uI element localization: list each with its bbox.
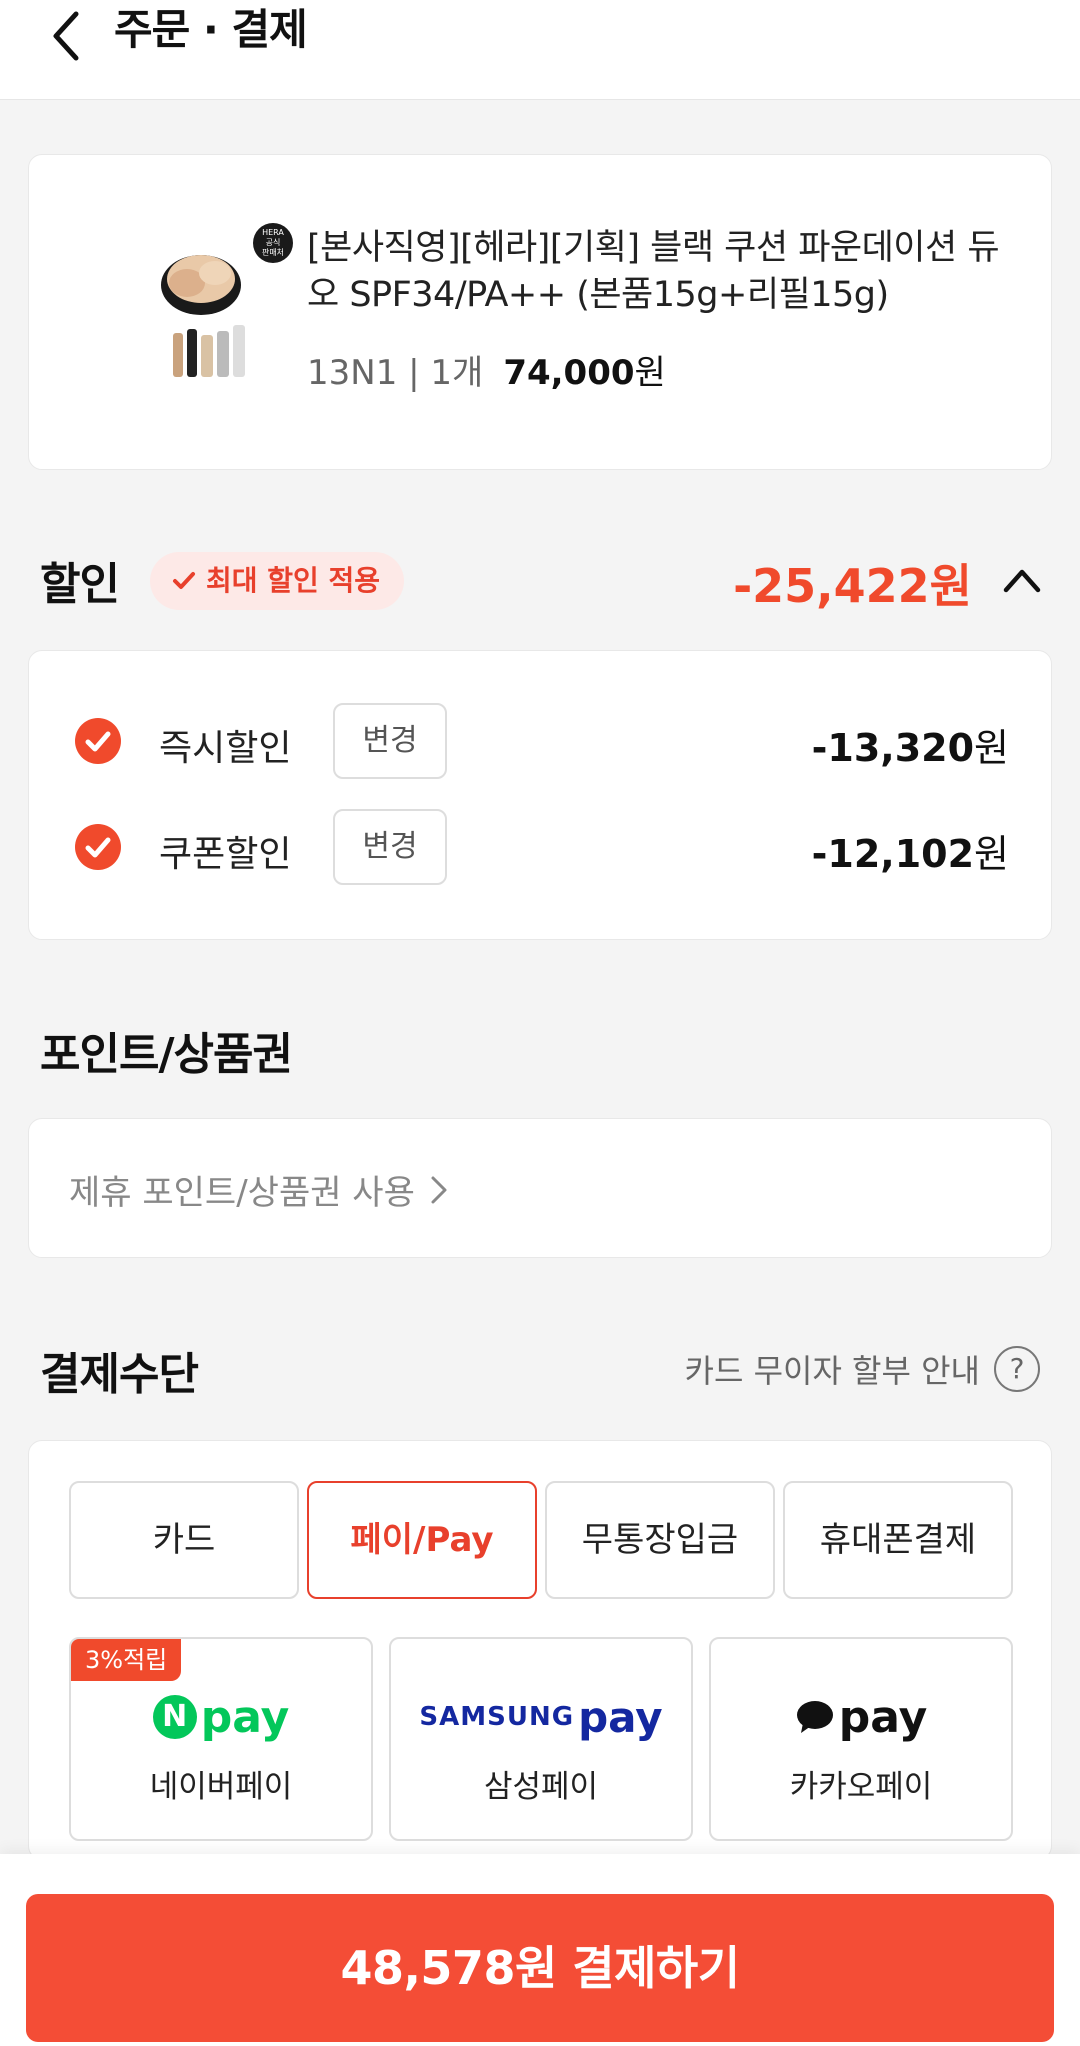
product-price-unit: 원	[634, 353, 666, 393]
naver-n-icon: N	[152, 1695, 197, 1739]
discount-row-amount: -12,102원	[812, 823, 1009, 878]
naverpay-logo-text: pay	[200, 1691, 290, 1743]
amount-value: -12,102	[811, 832, 975, 876]
pay-button[interactable]: 48,578원 결제하기	[26, 1894, 1054, 2042]
installment-info[interactable]: 카드 무이자 할부 안내 ?	[685, 1346, 1040, 1392]
discount-total: -25,422원	[733, 559, 972, 613]
samsung-pay-wordmark: pay	[578, 1692, 663, 1742]
back-arrow-icon[interactable]	[44, 6, 94, 66]
payment-title: 결제수단	[40, 1349, 199, 1400]
discount-row-label: 즉시할인	[159, 728, 292, 769]
max-discount-label: 최대 할인 적용	[206, 564, 381, 597]
discount-title: 할인	[40, 559, 120, 610]
amount-value: -13,320	[811, 726, 975, 770]
amount-unit: 원	[974, 832, 1009, 876]
tab-bank-transfer[interactable]: 무통장입금	[545, 1481, 775, 1599]
reward-badge: 3%적립	[71, 1639, 182, 1681]
pay-option-kakao[interactable]: pay 카카오페이	[709, 1637, 1013, 1841]
page-title: 주문 · 결제	[114, 5, 308, 54]
product-option: 13N1 | 1개	[307, 353, 484, 393]
naverpay-logo: N pay	[71, 1689, 371, 1745]
amount-unit: 원	[974, 726, 1009, 770]
tab-pay[interactable]: 페이/Pay	[307, 1481, 537, 1599]
product-thumbnail[interactable]: HERA 공식 판매처	[129, 213, 307, 393]
points-link-label: 제휴 포인트/상품권 사용	[69, 1173, 415, 1213]
samsungpay-logo: SAMSUNG pay	[391, 1689, 691, 1745]
pay-option-label: 카카오페이	[789, 1769, 933, 1805]
product-price-value: 74,000	[503, 353, 635, 393]
kakaopay-logo: pay	[711, 1689, 1011, 1745]
discount-row-amount: -13,320원	[812, 717, 1009, 772]
pay-option-naver[interactable]: 3%적립 N pay 네이버페이	[69, 1637, 373, 1841]
chevron-right-icon	[431, 1176, 447, 1203]
speech-bubble-icon	[796, 1701, 833, 1733]
official-seller-badge: HERA 공식 판매처	[253, 223, 293, 263]
kakaopay-logo-text: pay	[838, 1691, 928, 1743]
check-circle-icon[interactable]	[75, 824, 121, 870]
badge-brand: HERA	[262, 228, 284, 237]
installment-label: 카드 무이자 할부 안내	[684, 1352, 980, 1390]
bottom-action-bar: 48,578원 결제하기	[0, 1854, 1080, 2046]
change-button[interactable]: 변경	[333, 703, 447, 779]
discount-row-instant: 즉시할인 변경 -13,320원	[67, 703, 1013, 779]
points-link[interactable]: 제휴 포인트/상품권 사용	[69, 1165, 453, 1214]
discount-card: 즉시할인 변경 -13,320원 쿠폰할인 변경 -12,102원	[28, 650, 1052, 940]
product-meta: 13N1 | 1개 74,000원	[307, 345, 666, 394]
samsung-wordmark: SAMSUNG	[419, 1702, 575, 1732]
points-title: 포인트/상품권	[40, 1029, 293, 1080]
check-icon	[173, 572, 195, 589]
product-card: HERA 공식 판매처 [본사직영][헤라][기획] 블랙 쿠션 파운데이션 듀…	[28, 154, 1052, 470]
check-circle-icon[interactable]	[75, 718, 121, 764]
badge-line1: 공식	[265, 238, 281, 247]
points-card: 제휴 포인트/상품권 사용	[28, 1118, 1052, 1258]
pay-options: 3%적립 N pay 네이버페이 SAMSUNG pay 삼성페이 pay 카카	[69, 1637, 1013, 1841]
discount-row-coupon: 쿠폰할인 변경 -12,102원	[67, 809, 1013, 885]
chevron-up-icon[interactable]	[1000, 562, 1044, 598]
payment-card: 카드 페이/Pay 무통장입금 휴대폰결제 3%적립 N pay 네이버페이 S…	[28, 1440, 1052, 1860]
pay-option-label: 삼성페이	[483, 1769, 599, 1805]
max-discount-badge: 최대 할인 적용	[150, 552, 405, 610]
change-button[interactable]: 변경	[333, 809, 447, 885]
tab-card[interactable]: 카드	[69, 1481, 299, 1599]
tab-mobile[interactable]: 휴대폰결제	[783, 1481, 1013, 1599]
help-icon[interactable]: ?	[994, 1346, 1040, 1392]
discount-row-label: 쿠폰할인	[159, 834, 292, 875]
payment-method-tabs: 카드 페이/Pay 무통장입금 휴대폰결제	[69, 1481, 1013, 1599]
pay-option-label: 네이버페이	[149, 1769, 293, 1805]
product-price: 74,000원	[503, 353, 665, 393]
badge-line2: 판매처	[261, 248, 285, 257]
top-app-bar: 주문 · 결제	[0, 0, 1080, 100]
product-name[interactable]: [본사직영][헤라][기획] 블랙 쿠션 파운데이션 듀오 SPF34/PA++…	[307, 225, 1027, 319]
pay-option-samsung[interactable]: SAMSUNG pay 삼성페이	[389, 1637, 693, 1841]
